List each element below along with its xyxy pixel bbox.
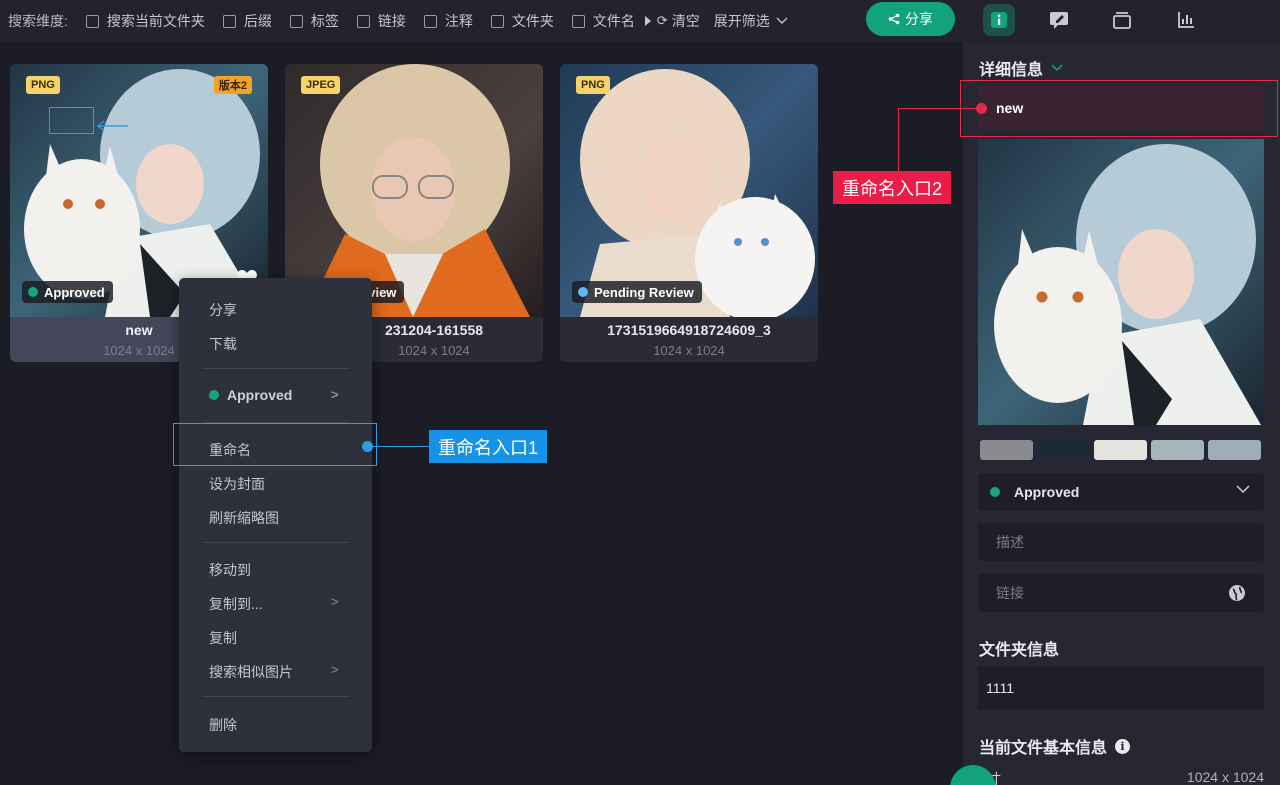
info-circle-icon[interactable]: i [1115, 738, 1131, 754]
annotation-line [372, 446, 430, 447]
file-type-badge: JPEG [301, 76, 341, 94]
color-swatch[interactable] [1037, 440, 1090, 460]
menu-item-set-cover[interactable]: 设为封面 [209, 474, 265, 494]
annotation-arrow [96, 120, 128, 132]
tab-layers[interactable] [1106, 4, 1138, 36]
status-dot [209, 390, 219, 400]
panel-tab-strip [963, 0, 1280, 42]
scroll-right-icon[interactable] [644, 16, 651, 26]
chevron-right-icon: > [331, 594, 339, 609]
menu-item-delete[interactable]: 删除 [209, 715, 237, 735]
layers-icon [1113, 12, 1131, 29]
annotation-label-entry1: 重命名入口1 [429, 430, 547, 463]
checkbox-folder[interactable]: 文件夹 [490, 11, 554, 31]
file-type-badge: PNG [26, 76, 60, 94]
file-type-badge: PNG [576, 76, 610, 94]
annotation-line [898, 108, 899, 173]
menu-item-refresh-thumbnail[interactable]: 刷新缩略图 [209, 508, 279, 528]
thumbnail-image [560, 64, 818, 317]
status-badge: Approved [22, 281, 113, 303]
expand-filter-button[interactable]: 展开筛选 [714, 11, 788, 31]
menu-item-copy-to[interactable]: 复制到... > [209, 594, 339, 614]
chevron-down-icon [1051, 64, 1063, 72]
status-select[interactable]: Approved [978, 473, 1264, 511]
checkbox-tags[interactable]: 标签 [289, 11, 339, 31]
basic-info-title: 当前文件基本信息 i [979, 734, 1131, 758]
checkbox-suffix[interactable]: 后缀 [222, 11, 272, 31]
status-dot [990, 487, 1000, 497]
color-swatch[interactable] [1208, 440, 1261, 460]
chart-icon [1178, 12, 1194, 28]
menu-divider [203, 696, 349, 697]
tab-stats[interactable] [1170, 4, 1202, 36]
annotation-dot [976, 103, 987, 114]
checkbox-link[interactable]: 链接 [356, 11, 406, 31]
menu-item-search-similar[interactable]: 搜索相似图片 > [209, 662, 339, 682]
share-button[interactable]: 分享 [866, 2, 955, 36]
preview-image [978, 139, 1264, 425]
menu-item-status[interactable]: Approved > [209, 387, 339, 403]
status-dot [578, 287, 588, 297]
refresh-icon: ⟳ [656, 13, 668, 28]
status-dot [28, 287, 38, 297]
checkbox-search-current-folder[interactable]: 搜索当前文件夹 [85, 11, 205, 31]
menu-item-share[interactable]: 分享 [209, 300, 237, 320]
rename-entry1-highlight [173, 423, 377, 466]
context-menu: 分享 下载 Approved > 重命名 设为封面 刷新缩略图 移动到 复制到.… [179, 278, 372, 752]
checkbox-notes[interactable]: 注释 [423, 11, 473, 31]
search-toolbar: 搜索维度: 搜索当前文件夹 后缀 标签 链接 注释 文件夹 文件名 ⟳ 清空 展开… [0, 0, 963, 42]
menu-item-copy[interactable]: 复制 [209, 628, 237, 648]
tab-info[interactable] [983, 4, 1015, 36]
globe-icon[interactable] [1228, 584, 1246, 602]
annotation-label-entry2: 重命名入口2 [833, 171, 951, 204]
menu-divider [203, 368, 349, 369]
size-value: 1024 x 1024 [1186, 769, 1264, 785]
rename-entry2-highlight [960, 80, 1278, 137]
search-dimension-label: 搜索维度: [8, 13, 68, 29]
chevron-down-icon [1236, 485, 1250, 494]
thumbnail-card[interactable]: PNG Pending Review 1731519664918724609_3… [560, 64, 818, 362]
annotation-line [898, 108, 981, 109]
menu-item-move-to[interactable]: 移动到 [209, 560, 251, 580]
menu-item-download[interactable]: 下载 [209, 334, 237, 354]
folder-info-title: 文件夹信息 [979, 642, 1060, 659]
annotation-dot [362, 441, 373, 452]
chevron-right-icon: > [331, 662, 339, 677]
link-input[interactable]: 链接 [978, 574, 1264, 612]
folder-info-field[interactable]: 1111 [978, 666, 1264, 710]
chevron-down-icon [776, 17, 788, 24]
details-panel: 详细信息 new Approved 描述 链接 文件夹信息 1111 当前文件基… [963, 42, 1280, 785]
file-dimensions: 1024 x 1024 [653, 343, 725, 358]
share-icon [888, 13, 900, 25]
tab-edit[interactable] [1043, 4, 1075, 36]
chevron-right-icon: > [331, 387, 339, 402]
annotation-highlight-box [49, 107, 94, 134]
version-badge: 版本2 [213, 76, 252, 94]
edit-icon [1050, 12, 1068, 29]
details-title[interactable]: 详细信息 [979, 56, 1063, 80]
file-name: 1731519664918724609_3 [607, 322, 771, 338]
color-swatch[interactable] [1151, 440, 1204, 460]
clear-button[interactable]: ⟳ 清空 [657, 11, 700, 31]
color-swatch[interactable] [980, 440, 1033, 460]
menu-divider [203, 542, 349, 543]
checkbox-filename[interactable]: 文件名 [571, 11, 635, 31]
description-input[interactable]: 描述 [978, 523, 1264, 561]
info-icon [991, 12, 1007, 28]
color-swatch[interactable] [1094, 440, 1147, 460]
status-badge: Pending Review [572, 281, 702, 303]
